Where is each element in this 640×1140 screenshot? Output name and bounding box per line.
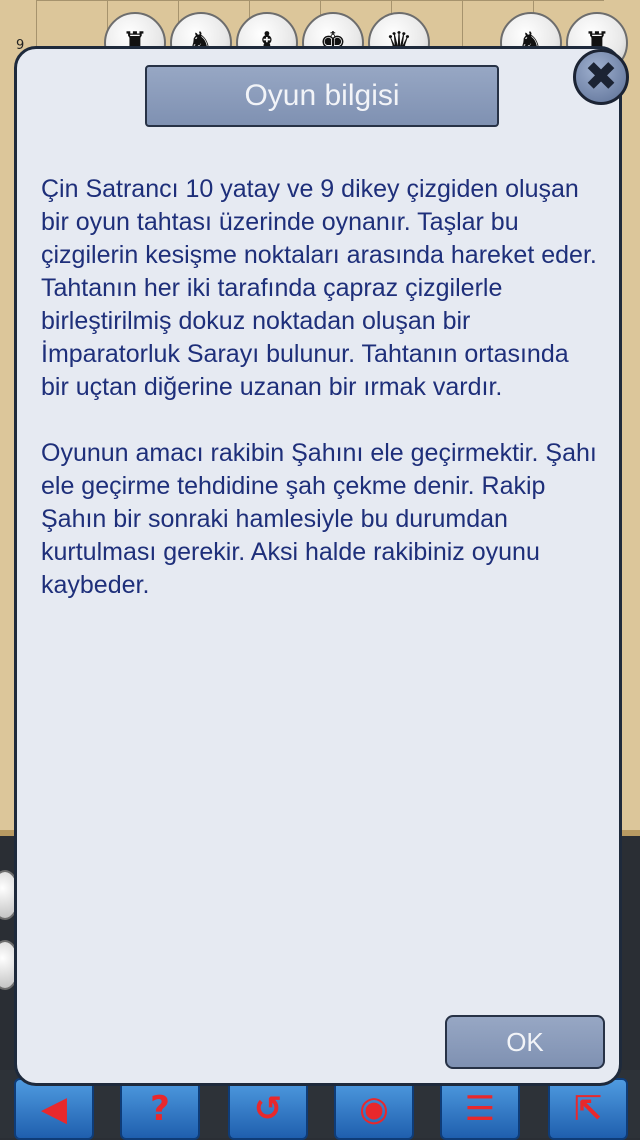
close-icon: ✖ [584,54,618,100]
help-icon: ? [150,1089,170,1129]
close-button[interactable]: ✖ [573,49,629,105]
ok-button[interactable]: OK [445,1015,605,1069]
dialog-body: Çin Satrancı 10 yatay ve 9 dikey çizgide… [41,173,597,635]
info-paragraph: Oyunun amacı rakibin Şahını ele geçirmek… [41,439,597,599]
menu-icon: ☰ [464,1089,496,1129]
eye-icon: ◉ [359,1089,389,1129]
hint-button[interactable]: ◉ [334,1078,414,1140]
info-paragraph: Çin Satrancı 10 yatay ve 9 dikey çizgide… [41,175,597,401]
back-arrow-icon: ◀ [40,1089,68,1129]
game-info-dialog: Oyun bilgisi ✖ Çin Satrancı 10 yatay ve … [14,46,629,1086]
help-button[interactable]: ? [120,1078,200,1140]
back-button[interactable]: ◀ [14,1078,94,1140]
undo-icon: ↺ [253,1089,283,1129]
exit-icon: ⇱ [573,1089,603,1129]
dialog-title: Oyun bilgisi [145,65,499,127]
exit-button[interactable]: ⇱ [548,1078,628,1140]
menu-button[interactable]: ☰ [440,1078,520,1140]
undo-button[interactable]: ↺ [228,1078,308,1140]
